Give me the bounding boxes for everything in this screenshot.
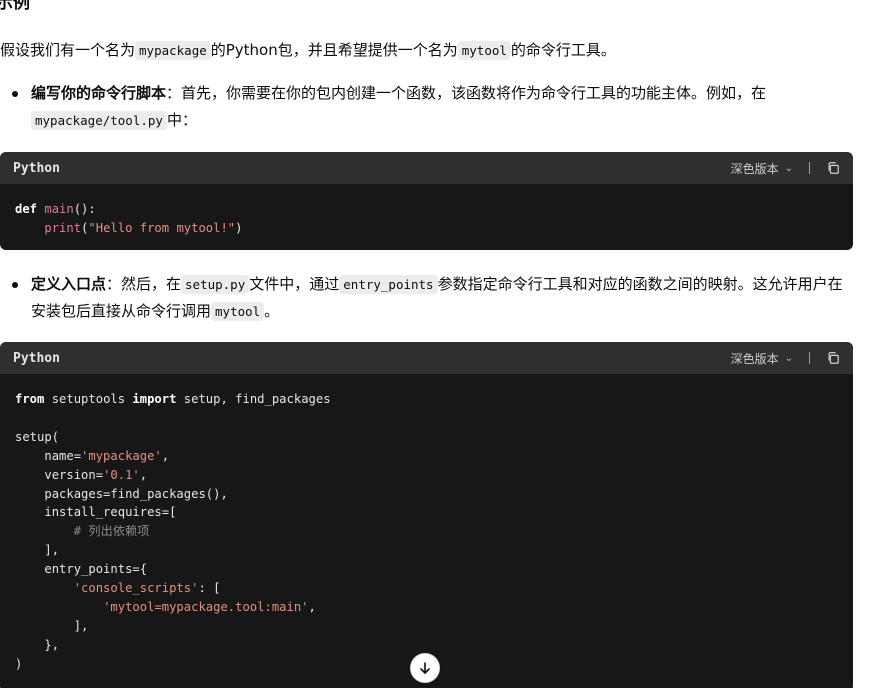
inline-code: entry_points: [339, 275, 438, 294]
inline-code: mypackage/tool.py: [31, 111, 167, 130]
copy-icon[interactable]: [826, 351, 840, 365]
inline-code: mytool: [211, 302, 265, 321]
theme-toggle-button[interactable]: 深色版本 ⌄: [731, 350, 793, 367]
theme-toggle-button[interactable]: 深色版本 ⌄: [731, 160, 793, 177]
chat-message: 示例 假设我们有一个名为 mypackage 的Python包，并且希望提供一个名为…: [0, 0, 877, 688]
chevron-down-icon: ⌄: [784, 162, 793, 174]
bullet-dot: [12, 91, 18, 97]
code-language-label: Python: [13, 160, 60, 176]
code-block-header: Python 深色版本 ⌄: [0, 342, 853, 374]
copy-icon[interactable]: [826, 161, 840, 175]
list-item-title: 定义入口点: [31, 275, 107, 293]
code-block: Python 深色版本 ⌄ from setuptools import set…: [0, 342, 853, 688]
inline-code: setup.py: [181, 275, 250, 294]
arrow-down-icon: [420, 662, 430, 674]
list-item-title: 编写你的命令行脚本: [31, 84, 167, 102]
code-content: def main(): print("Hello from mytool!"): [15, 202, 243, 235]
divider: [809, 162, 810, 174]
code-block: Python 深色版本 ⌄ def main(): print("Hello f…: [0, 152, 853, 250]
inline-code: mypackage: [135, 41, 211, 60]
code-language-label: Python: [13, 350, 60, 366]
list-item: 定义入口点：然后，在 setup.py 文件中，通过 entry_points 参数指定…: [12, 271, 857, 325]
list-item: 编写你的命令行脚本：首先，你需要在你的包内创建一个函数，该函数将作为命令行工具的…: [12, 80, 857, 134]
code-content: from setuptools import setup, find_packa…: [15, 392, 331, 671]
code-block-header: Python 深色版本 ⌄: [0, 152, 853, 184]
bullet-dot: [12, 282, 18, 288]
intro-paragraph: 假设我们有一个名为 mypackage 的Python包，并且希望提供一个名为 myt…: [0, 41, 616, 60]
chevron-down-icon: ⌄: [784, 352, 793, 364]
section-heading: 示例: [0, 0, 30, 13]
scroll-to-bottom-button[interactable]: [410, 653, 440, 683]
inline-code: mytool: [457, 41, 511, 60]
divider: [809, 352, 810, 364]
